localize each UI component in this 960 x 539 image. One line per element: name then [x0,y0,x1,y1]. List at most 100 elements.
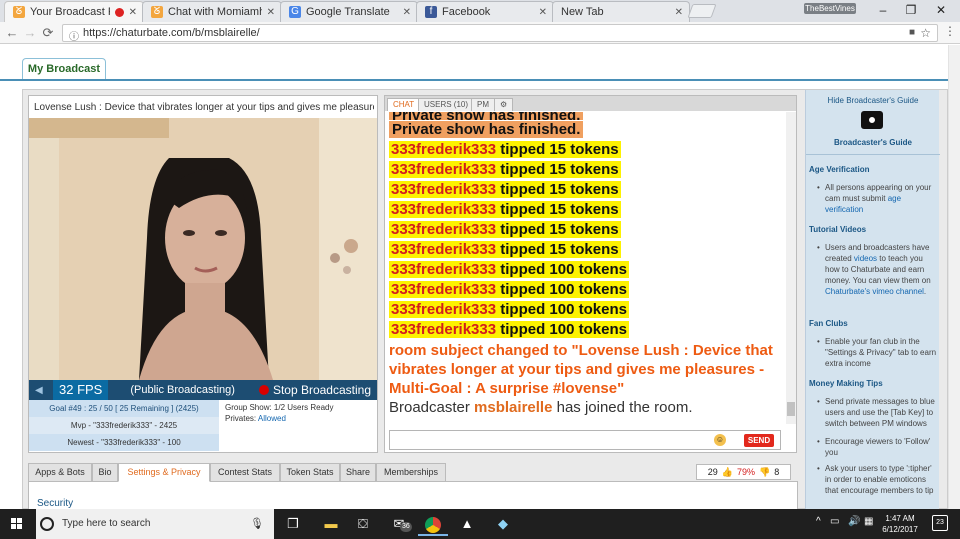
list-item: Send private messages to blue users and … [817,396,939,429]
close-window-icon[interactable]: ✕ [926,2,956,18]
vimeo-channel-link[interactable]: Chaturbate's vimeo channel [825,287,924,296]
volume-tray-icon[interactable]: 🔊 [848,516,860,527]
tip-message: 333frederik333 tipped 15 tokens [389,240,784,260]
emoticon-icon[interactable]: ☺ [714,434,726,446]
taskbar-search-box[interactable]: Type here to search 🎙 [36,509,274,539]
page-scrollbar[interactable] [948,45,960,509]
browser-tab-broadcast[interactable]: ᘜ Your Broadcast Page! ✕ [4,1,144,22]
privates-allowed-link[interactable]: Allowed [258,414,286,423]
tipper-username[interactable]: 333frederik333 [391,221,496,238]
tipper-username[interactable]: 333frederik333 [391,161,496,178]
mail-icon[interactable]: ✉ 36 [384,512,414,536]
search-placeholder: Type here to search [62,518,151,529]
close-tab-icon[interactable]: ✕ [403,7,411,18]
privates-label: Privates: [225,414,257,423]
browser-tab-chat[interactable]: ᘜ Chat with Momiamhere ✕ [142,1,282,22]
tab-memberships[interactable]: Memberships [376,463,446,482]
tray-chevron-icon[interactable]: ^ [816,516,821,527]
send-button[interactable]: SEND [744,434,774,447]
camera-icon[interactable]: ■ [909,27,915,38]
rating-widget: 29 👍 79% 👎 8 [696,464,791,480]
url-field[interactable]: ⓘ https://chaturbate.com/b/msblairelle/ … [62,24,938,43]
photos-icon[interactable]: ▲ [452,512,482,536]
tab-users[interactable]: USERS (10) [418,98,475,111]
reload-icon[interactable]: ⟳ [40,24,56,42]
stop-broadcasting-button[interactable]: Stop Broadcasting [258,383,371,397]
list-item: Encourage viewers to 'Follow' you [817,436,939,458]
close-tab-icon[interactable]: ✕ [675,7,683,18]
tab-title: Google Translate [306,6,390,18]
keyboard-icon[interactable]: ▦ [864,516,873,527]
thumbs-up-count: 29 [707,467,718,477]
task-view-icon[interactable]: ❐ [278,512,308,536]
broadcaster-username[interactable]: msblairelle [474,399,552,416]
file-explorer-icon[interactable]: ▬ [316,512,346,536]
group-show-status: Group Show: 1/2 Users Ready [225,403,334,412]
tab-settings-privacy[interactable]: Settings & Privacy [118,463,210,482]
tip-message: 333frederik333 tipped 100 tokens [389,320,784,340]
back-icon[interactable]: ← [4,24,20,42]
tipper-username[interactable]: 333frederik333 [391,181,496,198]
chrome-icon[interactable] [418,512,448,536]
tab-pm[interactable]: PM [471,98,495,111]
tip-message: 333frederik333 tipped 15 tokens [389,180,784,200]
close-tab-icon[interactable]: ✕ [129,7,137,18]
volume-icon[interactable]: ◀ [35,385,49,396]
videos-link[interactable]: videos [854,254,877,263]
tip-text: tipped 15 tokens [500,161,619,178]
tab-token-stats[interactable]: Token Stats [280,463,340,482]
webcam-video[interactable] [29,118,377,380]
minimize-icon[interactable]: – [868,2,898,18]
tipper-username[interactable]: 333frederik333 [391,241,496,258]
microphone-icon[interactable]: 🎙 [250,517,264,530]
tab-chat[interactable]: CHAT [387,98,421,111]
hide-guide-link[interactable]: Hide Broadcaster's Guide [806,96,940,105]
tab-share[interactable]: Share [340,463,376,482]
newest-tipper-label: Newest - "333frederik333" - 100 [29,434,219,451]
tab-title: Facebook [442,6,491,18]
store-icon[interactable]: ⛋ [348,512,378,536]
guide-title[interactable]: Broadcaster's Guide [806,138,940,147]
tipper-username[interactable]: 333frederik333 [391,261,496,278]
windows-start-icon[interactable] [0,509,36,539]
network-icon[interactable]: ▭ [830,516,839,527]
browser-tab-newtab[interactable]: New Tab ✕ [552,1,690,22]
browser-tab-strip: ᘜ Your Broadcast Page! ✕ ᘜ Chat with Mom… [0,0,960,22]
tipper-username[interactable]: 333frederik333 [391,301,496,318]
tab-title: Your Broadcast Page! [30,6,110,18]
room-subject-notice: room subject changed to "Lovense Lush : … [389,342,773,397]
menu-icon[interactable]: ⋮ [944,24,956,38]
my-broadcast-tab[interactable]: My Broadcast [22,58,106,80]
chat-settings-gear-icon[interactable]: ⚙ [494,98,514,111]
close-tab-icon[interactable]: ✕ [539,7,547,18]
maximize-icon[interactable]: ❐ [896,2,926,18]
chaturbate-icon: ᘜ [151,6,163,18]
tab-bio[interactable]: Bio [92,463,118,482]
tab-apps-bots[interactable]: Apps & Bots [28,463,92,482]
chat-scrollbar[interactable] [786,112,796,424]
chat-message: Private show has finished. [389,112,784,120]
tipper-username[interactable]: 333frederik333 [391,201,496,218]
app-icon[interactable]: ◆ [488,512,518,536]
system-clock[interactable]: 1:47 AM 6/12/2017 [878,513,922,535]
tipper-username[interactable]: 333frederik333 [391,281,496,298]
tab-contest-stats[interactable]: Contest Stats [210,463,280,482]
browser-tab-facebook[interactable]: f Facebook ✕ [416,1,554,22]
tip-text: tipped 15 tokens [500,141,619,158]
list-item: Users and broadcasters have created vide… [817,242,939,297]
tab-title: New Tab [561,6,604,18]
bookmark-star-icon[interactable]: ☆ [920,26,931,40]
forward-icon[interactable]: → [22,24,38,42]
goal-progress: Goal #49 : 25 / 50 [ 25 Remaining ] (242… [29,400,219,417]
info-icon[interactable]: ⓘ [69,28,79,43]
new-tab-button[interactable] [687,4,717,18]
close-tab-icon[interactable]: ✕ [267,7,275,18]
video-panel: Lovense Lush : Device that vibrates long… [28,95,378,453]
screen: ᘜ Your Broadcast Page! ✕ ᘜ Chat with Mom… [0,0,960,539]
action-center-icon[interactable]: 23 [932,515,948,531]
tipper-username[interactable]: 333frederik333 [391,321,496,338]
scrollbar-thumb[interactable] [787,402,795,416]
chat-input[interactable]: ☺ SEND [389,430,781,450]
browser-tab-translate[interactable]: G Google Translate ✕ [280,1,418,22]
tipper-username[interactable]: 333frederik333 [391,141,496,158]
